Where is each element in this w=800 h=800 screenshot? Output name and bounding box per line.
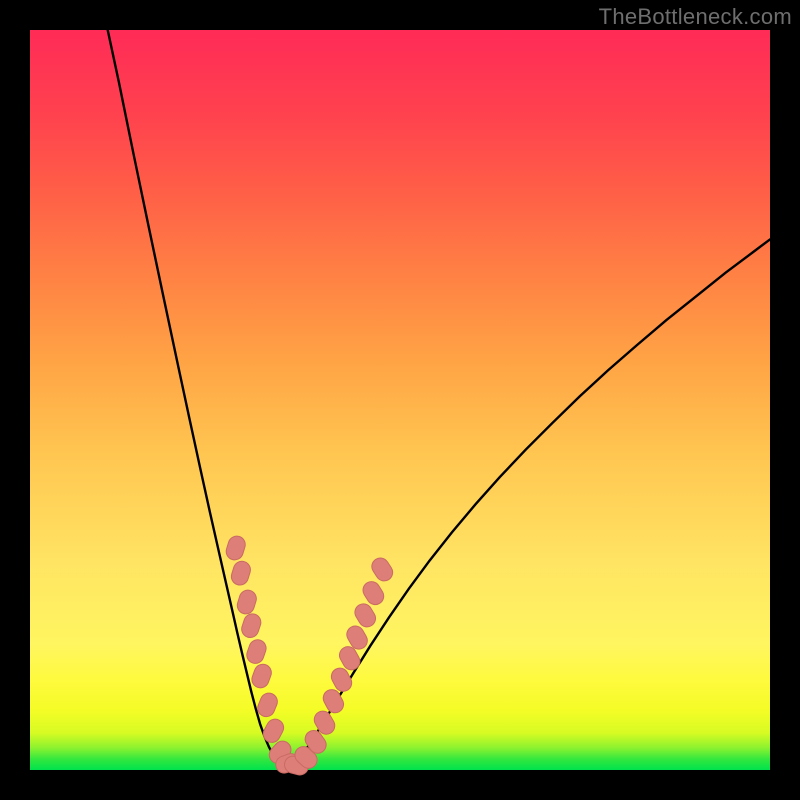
curve-right-branch: [288, 239, 770, 768]
marker-point: [239, 612, 263, 640]
marker-point: [250, 662, 274, 690]
marker-point: [224, 534, 247, 562]
plot-area: [30, 30, 770, 770]
marker-group: [224, 534, 396, 777]
marker-point: [255, 691, 280, 720]
chart-frame: TheBottleneck.com: [0, 0, 800, 800]
curve-group: [108, 30, 770, 769]
marker-point: [229, 559, 252, 587]
marker-point: [369, 555, 396, 584]
marker-point: [244, 637, 268, 665]
marker-point: [235, 588, 258, 616]
watermark-text: TheBottleneck.com: [599, 4, 792, 30]
plot-svg: [30, 30, 770, 770]
